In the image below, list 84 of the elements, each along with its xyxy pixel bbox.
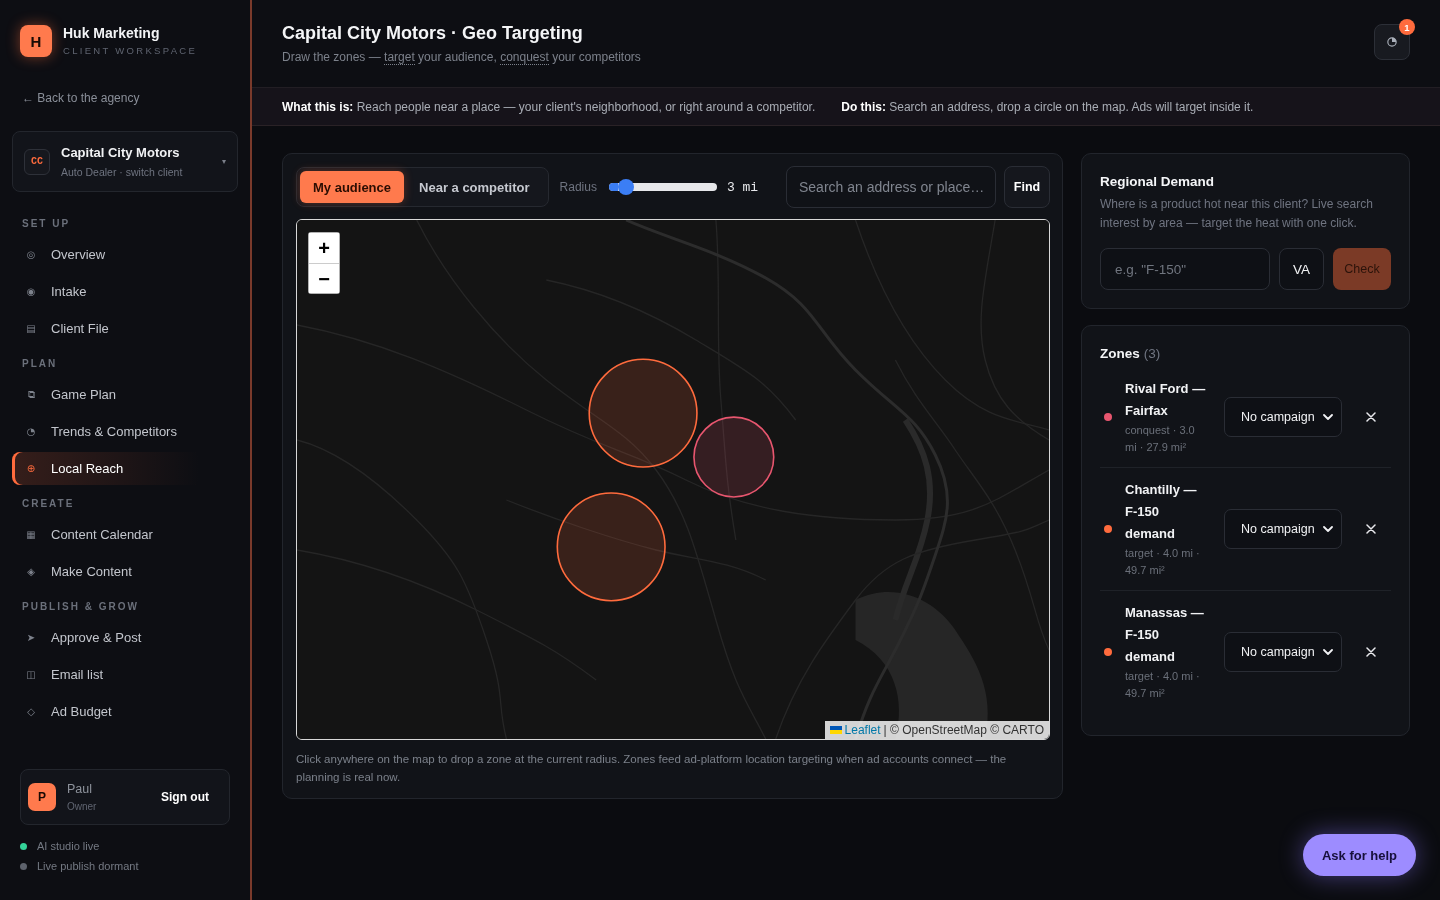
campaign-select[interactable]: No campaign: [1224, 632, 1342, 672]
page-subtitle: Draw the zones — target your audience, conquest your competitors: [282, 49, 641, 65]
pie-chart-icon: ◔: [25, 425, 37, 438]
nav-item[interactable]: ⧉ Game Plan: [12, 378, 200, 411]
caret-icon: ▾: [222, 157, 226, 166]
nav-item[interactable]: ◔ Trends & Competitors: [12, 415, 200, 448]
radius-value: 3 mi: [726, 179, 759, 195]
card-title: Regional Demand: [1100, 174, 1216, 190]
nav-item[interactable]: ➤ Approve & Post: [12, 621, 200, 654]
diamond-outline-icon: ◇: [25, 705, 37, 718]
nav-item[interactable]: ◎ Overview: [12, 238, 200, 271]
zone-circle[interactable]: [588, 358, 698, 468]
zone-details: conquest · 3.0 mi · 27.9 mi²: [1125, 423, 1196, 455]
section-label: SET UP: [22, 217, 72, 231]
zone-name: Manassas — F-150 demand: [1125, 604, 1205, 666]
info-text: What this is: Reach people near a place — your client's neighborhood, or right around a competitor.: [282, 99, 816, 114]
radius-label: Radius: [559, 180, 597, 194]
nav-item[interactable]: ◫ Email list: [12, 658, 200, 691]
zone-circle[interactable]: [556, 492, 666, 602]
stacked-rectangles-icon: ▤: [25, 322, 37, 335]
attribution-text: | © OpenStreetMap © CARTO: [883, 722, 1044, 738]
status-label: Live publish dormant: [37, 860, 139, 872]
nav-item[interactable]: ◇ Ad Budget: [12, 695, 200, 728]
workspace-label: CLIENT WORKSPACE: [63, 45, 198, 57]
zone-details: target · 4.0 mi · 49.7 mi²: [1125, 669, 1201, 701]
zone-name: Rival Ford — Fairfax: [1125, 380, 1207, 420]
mode-tab[interactable]: My audience: [300, 171, 405, 203]
search-field[interactable]: Search an address or place…: [786, 166, 996, 208]
brand-logo: H: [20, 25, 52, 57]
region-field[interactable]: VA: [1279, 248, 1324, 290]
chevron-icon: [1323, 414, 1333, 420]
card-title: Zones: [1100, 346, 1140, 362]
zone-circle[interactable]: [693, 416, 775, 498]
notification-badge: 1: [1399, 19, 1415, 35]
user-avatar: P: [28, 783, 56, 811]
grid-icon: ▦: [25, 528, 37, 541]
campaign-select[interactable]: No campaign: [1224, 509, 1342, 549]
chevron-icon: [1323, 526, 1333, 532]
section-label: PLAN: [22, 357, 59, 371]
status-label: AI studio live: [37, 840, 100, 852]
help-button[interactable]: Ask for help: [1303, 834, 1416, 876]
chevron-icon: [1323, 649, 1333, 655]
slider-thumb[interactable]: [618, 179, 635, 195]
nav-item[interactable]: ◈ Make Content: [12, 555, 200, 588]
map-caption: Click anywhere on the map to drop a zone at the current radius. Zones feed ad-platform location targeting when ad accounts connect — the planning is real now.: [296, 752, 1008, 785]
arrowhead-icon: ➤: [25, 631, 37, 644]
card-description: Where is a product hot near this client? Live search interest by area — target the heat with one click.: [1100, 196, 1374, 232]
back-link[interactable]: ← Back to the agency: [22, 91, 140, 105]
close-icon: [1366, 647, 1376, 657]
product-field[interactable]: e.g. "F-150": [1100, 248, 1270, 290]
client-badge: CC: [24, 148, 50, 175]
zoom-out-button[interactable]: −: [309, 263, 339, 293]
find-button[interactable]: Find: [1004, 166, 1050, 208]
zone-name: Chantilly — F-150 demand: [1125, 481, 1198, 543]
info-text: Do this: Search an address, drop a circle on the map. Ads will target inside it.: [841, 99, 1254, 114]
glossary-term[interactable]: target: [384, 50, 415, 65]
flag-icon: [829, 726, 842, 734]
split-square-icon: ◫: [25, 668, 37, 681]
client-switcher[interactable]: CC Capital City Motors Auto Dealer · switch client ▾: [12, 131, 238, 192]
diamond-icon: ◈: [25, 565, 37, 578]
section-label: CREATE: [22, 497, 76, 511]
close-icon: [1366, 524, 1376, 534]
pie-chart-icon: [1387, 37, 1397, 47]
nav-item[interactable]: ▦ Content Calendar: [12, 518, 200, 551]
radio-dot-icon: ◉: [25, 285, 37, 298]
section-label: PUBLISH & GROW: [22, 600, 140, 614]
circled-plus-icon: ⊕: [25, 462, 37, 475]
brand-name: Huk Marketing: [63, 25, 161, 42]
overlapping-squares-icon: ⧉: [25, 388, 37, 401]
nav-item[interactable]: ◉ Intake: [12, 275, 200, 308]
zone-count: (3): [1143, 346, 1161, 361]
client-subtitle: Auto Dealer · switch client: [61, 165, 183, 179]
close-icon: [1366, 412, 1376, 422]
zone-details: target · 4.0 mi · 49.7 mi²: [1125, 546, 1201, 578]
sign-out-button[interactable]: Sign out: [161, 790, 209, 804]
user-role: Owner: [67, 800, 97, 813]
bullseye-icon: ◎: [25, 248, 37, 261]
page-title: Capital City Motors · Geo Targeting: [282, 22, 584, 44]
nav-item[interactable]: ▤ Client File: [12, 312, 200, 345]
user-name: Paul: [67, 781, 94, 797]
mode-tab[interactable]: Near a competitor: [404, 171, 545, 203]
glossary-term[interactable]: conquest: [500, 50, 549, 65]
client-name: Capital City Motors: [61, 144, 181, 161]
campaign-select[interactable]: No campaign: [1224, 397, 1342, 437]
